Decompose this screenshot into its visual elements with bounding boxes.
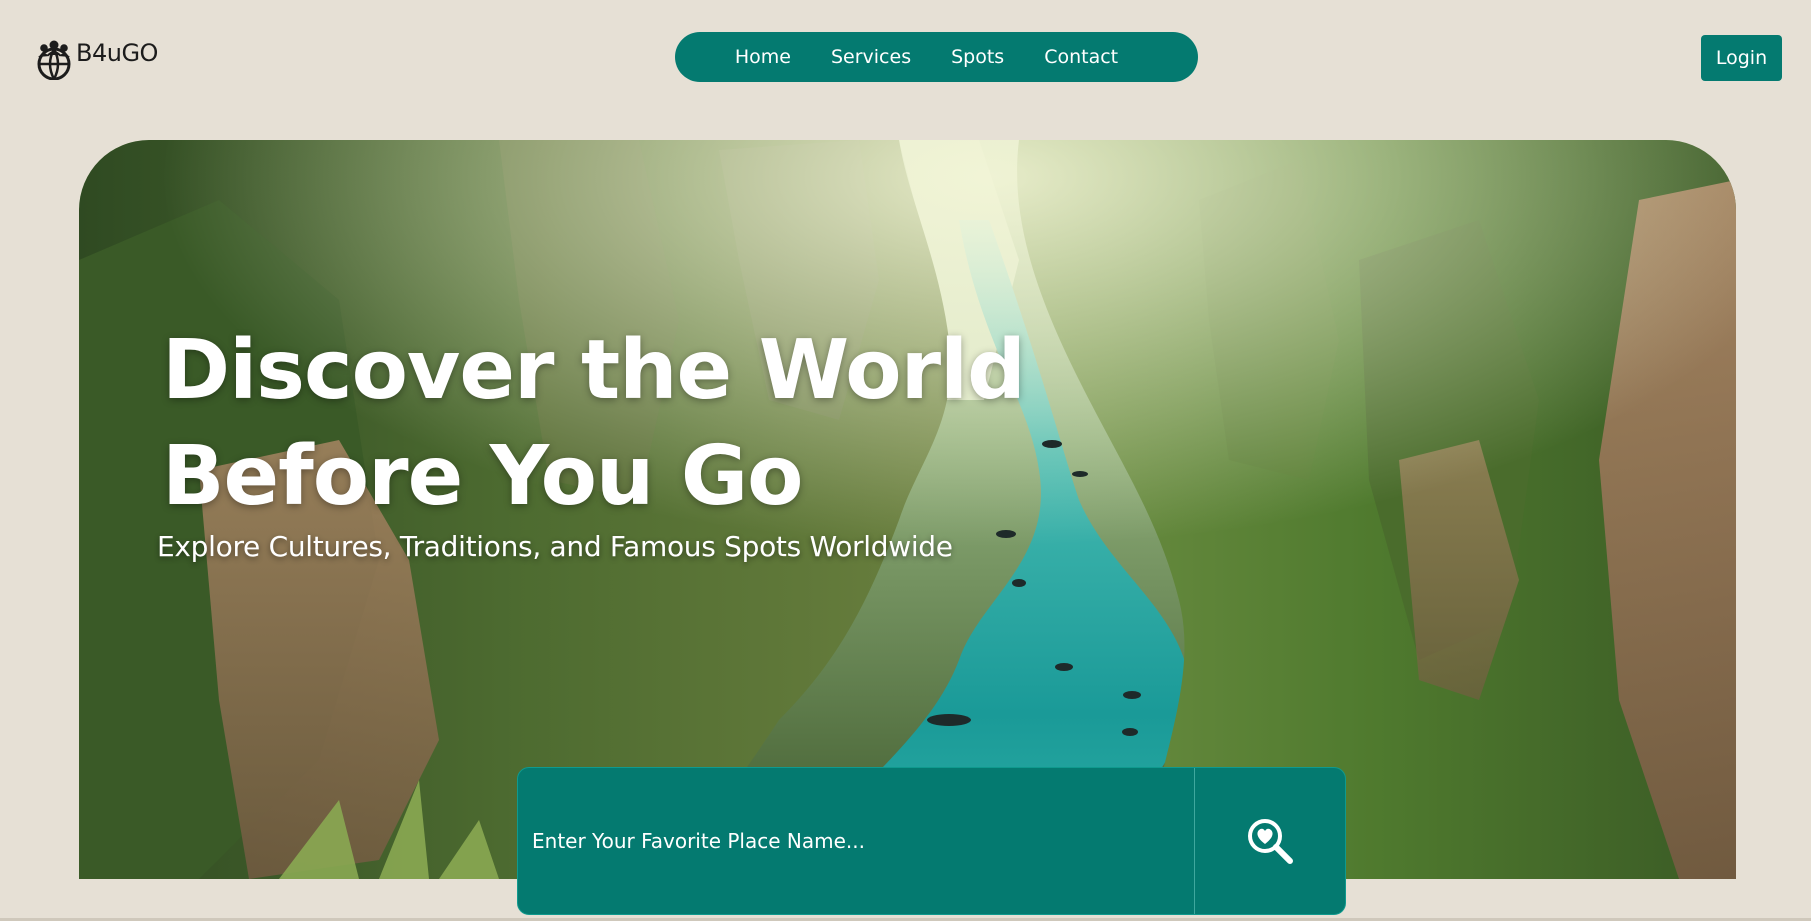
brand-name: B4uGO (76, 39, 158, 67)
hero-subtitle: Explore Cultures, Traditions, and Famous… (157, 530, 953, 563)
nav-spots[interactable]: Spots (951, 46, 1004, 68)
nav-services[interactable]: Services (831, 46, 911, 68)
search-input[interactable] (518, 768, 1195, 914)
hero-title-line-2: Before You Go (162, 429, 803, 524)
main-nav: Home Services Spots Contact (675, 32, 1198, 82)
search-bar (517, 767, 1346, 915)
search-button[interactable] (1195, 768, 1345, 914)
nav-contact[interactable]: Contact (1044, 46, 1118, 68)
login-button[interactable]: Login (1701, 35, 1782, 81)
logo[interactable]: B4uGO (34, 36, 158, 80)
nav-home[interactable]: Home (735, 46, 791, 68)
hero-title: Discover the World Before You Go (162, 318, 1026, 530)
hero-title-line-1: Discover the World (162, 323, 1026, 418)
search-heart-icon (1248, 819, 1293, 864)
globe-people-icon (37, 40, 71, 80)
